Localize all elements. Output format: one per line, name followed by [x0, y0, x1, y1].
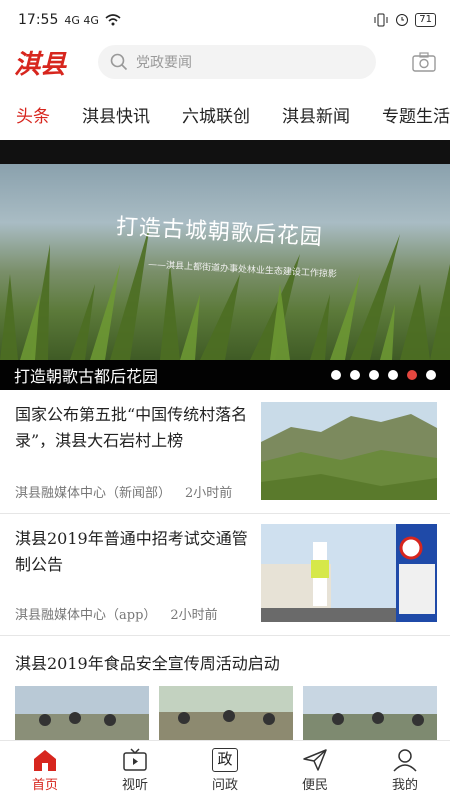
- vibrate-icon: [374, 13, 388, 27]
- nav-audiovisual[interactable]: 视听: [90, 741, 180, 800]
- search-placeholder: 党政要闻: [136, 55, 192, 71]
- news-item[interactable]: 淇县2019年普通中招考试交通管制公告 淇县融媒体中心（app） 2小时前: [0, 514, 450, 636]
- app-logo: 淇县: [14, 49, 67, 80]
- tv-icon: [123, 748, 147, 771]
- tab-qixian-express[interactable]: 淇县快讯: [82, 102, 150, 127]
- nav-label: 我的: [391, 778, 418, 793]
- wifi-icon: [105, 14, 121, 26]
- nav-label: 问政: [211, 778, 238, 793]
- home-icon: [34, 750, 56, 771]
- bottom-nav: 首页 视听 政 问政 便民 我的: [0, 740, 450, 800]
- news-thumbnail: [261, 402, 437, 500]
- news-title: 淇县2019年食品安全宣传周活动启动: [15, 654, 280, 673]
- nav-label: 首页: [31, 778, 58, 793]
- carousel-dot[interactable]: [388, 370, 398, 380]
- tab-topics-life[interactable]: 专题生活: [382, 102, 450, 127]
- nav-label: 视听: [121, 778, 148, 793]
- channel-tabs: 头条 淇县快讯 六城联创 淇县新闻 专题生活: [0, 90, 450, 138]
- gallery-image: [159, 686, 293, 742]
- news-source: 淇县融媒体中心（新闻部）: [15, 486, 172, 501]
- alarm-icon: [396, 14, 409, 26]
- carousel-dot-active[interactable]: [407, 370, 417, 380]
- gallery-image: [15, 686, 149, 742]
- clock: 17:55: [18, 12, 59, 28]
- nav-label: 便民: [301, 778, 328, 793]
- app-header: 淇县 党政要闻: [0, 40, 450, 84]
- news-source: 淇县融媒体中心（app）: [15, 608, 157, 623]
- carousel-dot[interactable]: [350, 370, 360, 380]
- battery-indicator: 71: [415, 13, 436, 27]
- search-bar[interactable]: 党政要闻: [98, 45, 376, 79]
- tab-qixian-news[interactable]: 淇县新闻: [282, 102, 350, 127]
- tab-six-cities[interactable]: 六城联创: [182, 102, 250, 127]
- banner-caption-bar: 打造朝歌古都后花园: [0, 360, 450, 390]
- news-title: 国家公布第五批“中国传统村落名录”，淇县大石岩村上榜: [15, 405, 248, 450]
- user-icon: [393, 749, 417, 772]
- nav-home[interactable]: 首页: [0, 741, 90, 800]
- banner-caption: 打造朝歌古都后花园: [14, 367, 159, 386]
- news-time: 2小时前: [170, 608, 218, 623]
- send-icon: [303, 749, 327, 771]
- tab-headline[interactable]: 头条: [16, 102, 50, 127]
- nav-politics-qa[interactable]: 政 问政: [180, 741, 270, 800]
- news-meta: 淇县融媒体中心（新闻部） 2小时前: [15, 482, 232, 501]
- nav-mine[interactable]: 我的: [360, 741, 450, 800]
- news-thumbnail: [261, 524, 437, 622]
- banner-image: 打造古城朝歌后花园 ——淇县上都街道办事处林业生态建设工作掠影: [0, 164, 450, 360]
- news-item[interactable]: 国家公布第五批“中国传统村落名录”，淇县大石岩村上榜 淇县融媒体中心（新闻部） …: [0, 390, 450, 514]
- news-time: 2小时前: [185, 486, 233, 501]
- zheng-icon: 政: [212, 748, 238, 772]
- camera-icon[interactable]: [412, 52, 436, 72]
- carousel-indicator: [331, 370, 436, 380]
- carousel-dot[interactable]: [369, 370, 379, 380]
- news-title: 淇县2019年普通中招考试交通管制公告: [15, 529, 248, 574]
- signal-icon: 4G 4G: [64, 13, 99, 27]
- news-meta: 淇县融媒体中心（app） 2小时前: [15, 604, 218, 623]
- nav-convenience[interactable]: 便民: [270, 741, 360, 800]
- gallery-image: [303, 686, 437, 742]
- carousel-dot[interactable]: [426, 370, 436, 380]
- status-bar: 17:55 4G 4G 71: [0, 0, 450, 40]
- banner-carousel[interactable]: 打造古城朝歌后花园 ——淇县上都街道办事处林业生态建设工作掠影 打造朝歌古都后花…: [0, 140, 450, 390]
- search-icon: [110, 53, 128, 71]
- carousel-dot[interactable]: [331, 370, 341, 380]
